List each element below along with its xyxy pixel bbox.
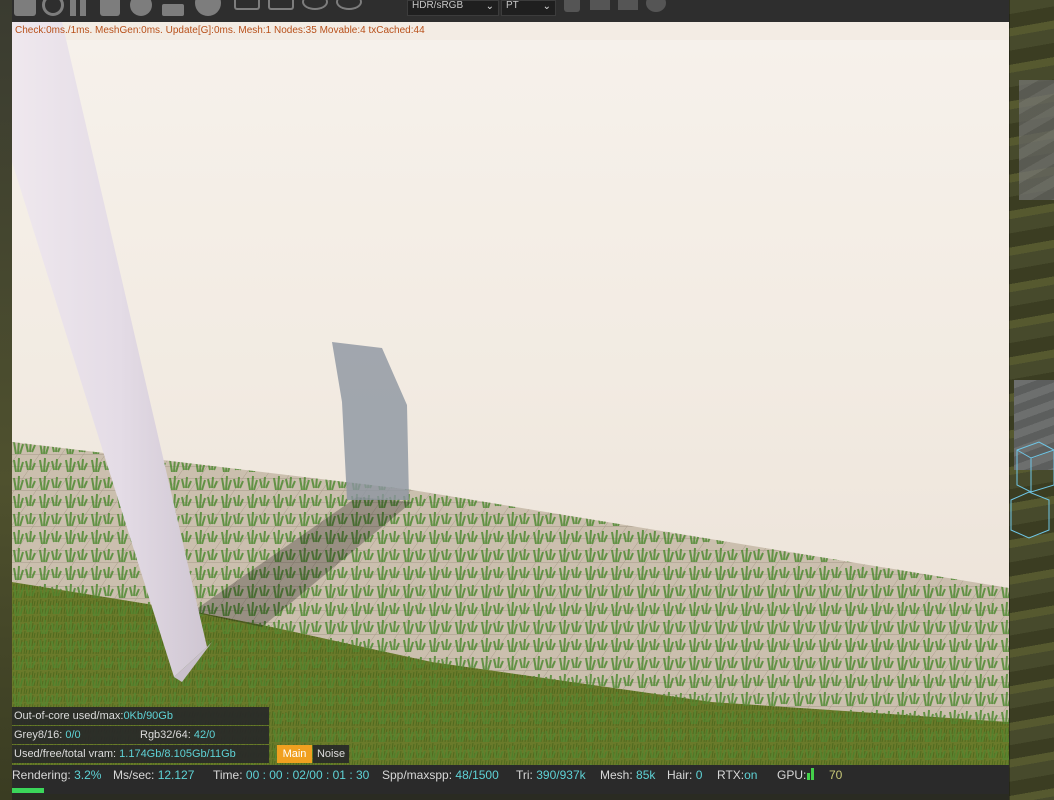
- rtx-label: RTX:: [717, 768, 745, 782]
- rendering-status: Rendering: 3.2%: [12, 765, 101, 785]
- out-of-core-label: Out-of-core used/max:: [14, 710, 124, 722]
- gpu-value: 70: [829, 768, 843, 782]
- add-icon[interactable]: [234, 0, 260, 10]
- tri-status: Tri: 390/937k: [516, 765, 586, 785]
- square-icon[interactable]: [590, 0, 610, 10]
- spp-label: Spp/maxspp:: [382, 768, 453, 782]
- time-value: 00 : 00 : 02/00 : 01 : 30: [245, 768, 370, 782]
- settings-gear-icon[interactable]: [130, 0, 152, 16]
- spp-status: Spp/maxspp: 48/1500: [382, 765, 499, 785]
- rtx-value: on: [744, 768, 758, 782]
- rgb-label: Rgb32/64:: [140, 729, 191, 741]
- color-space-value: HDR/sRGB: [412, 0, 464, 11]
- grey-value: 0/0: [65, 729, 81, 741]
- spp-value: 48/1500: [455, 768, 499, 782]
- render-progress-fill: [12, 788, 44, 793]
- texture-info: Grey8/16: 0/0 Rgb32/64: 42/0: [12, 726, 269, 744]
- pause-icon[interactable]: [70, 0, 76, 16]
- kernel-value: PT: [506, 0, 519, 11]
- toolbar: HDR/sRGB ⌄ PT ⌄: [12, 0, 1009, 23]
- rendered-scene: [12, 22, 1009, 765]
- gpu-label: GPU:: [777, 768, 807, 782]
- out-of-core-value: 0Kb/90Gb: [123, 710, 173, 722]
- rtx-status: RTX:on: [717, 765, 757, 785]
- rendering-label: Rendering:: [12, 768, 71, 782]
- lock-icon[interactable]: [162, 4, 184, 16]
- render-icon[interactable]: [14, 0, 36, 16]
- location-icon[interactable]: [336, 0, 362, 10]
- color-space-select[interactable]: HDR/sRGB ⌄: [407, 0, 499, 16]
- gpu-usage-icon: [807, 768, 816, 780]
- region-icon[interactable]: [100, 0, 120, 16]
- ms-label: Ms/sec:: [113, 768, 155, 782]
- chevron-down-icon: ⌄: [542, 1, 551, 12]
- pin-icon[interactable]: [302, 0, 328, 10]
- tri-value: 390/937k: [536, 768, 586, 782]
- background-viewport-left: [0, 0, 12, 800]
- time-status: Time: 00 : 00 : 02/00 : 01 : 30: [213, 765, 369, 785]
- status-bar: Rendering: 3.2% Ms/sec: 12.127 Time: 00 …: [12, 765, 1009, 786]
- mesh-status: Mesh: 85k: [600, 765, 655, 785]
- tab-noise[interactable]: Noise: [313, 745, 349, 763]
- ms-value: 12.127: [157, 768, 195, 782]
- rgb-info: Rgb32/64: 42/0: [140, 726, 215, 744]
- circle-icon[interactable]: [646, 0, 666, 12]
- vram-value: 1.174Gb/8.105Gb/11Gb: [119, 748, 236, 760]
- kernel-select[interactable]: PT ⌄: [501, 0, 556, 16]
- vram-info: Used/free/total vram: 1.174Gb/8.105Gb/11…: [12, 745, 269, 763]
- tab-main[interactable]: Main: [277, 745, 312, 763]
- mesh-label: Mesh:: [600, 768, 633, 782]
- time-label: Time:: [213, 768, 243, 782]
- cube-icon[interactable]: [564, 0, 580, 12]
- render-progress-bar: [12, 786, 1009, 794]
- rendering-value: 3.2%: [74, 768, 102, 782]
- hair-value: 0: [695, 768, 703, 782]
- render-stats-line: Check:0ms./1ms. MeshGen:0ms. Update[G]:0…: [15, 25, 425, 36]
- tri-label: Tri:: [516, 768, 533, 782]
- chevron-down-icon: ⌄: [485, 1, 494, 12]
- pause-icon[interactable]: [80, 0, 86, 16]
- background-viewport-right: [1009, 0, 1054, 800]
- hair-status: Hair: 0: [667, 765, 702, 785]
- render-viewport[interactable]: Check:0ms./1ms. MeshGen:0ms. Update[G]:0…: [12, 22, 1009, 765]
- camera-icon[interactable]: [268, 0, 294, 10]
- snapshot-icon[interactable]: [618, 0, 638, 10]
- sphere-icon[interactable]: [195, 0, 221, 16]
- out-of-core-info: Out-of-core used/max:0Kb/90Gb: [12, 707, 269, 725]
- mesh-value: 85k: [636, 768, 656, 782]
- refresh-icon[interactable]: [42, 0, 64, 16]
- ms-status: Ms/sec: 12.127: [113, 765, 194, 785]
- wireframe-gizmo: [1010, 441, 1054, 539]
- background-object: [1019, 80, 1054, 200]
- grey-label: Grey8/16:: [14, 729, 63, 741]
- rgb-value: 42/0: [193, 729, 216, 741]
- vram-label: Used/free/total vram:: [14, 748, 117, 760]
- hair-label: Hair:: [667, 768, 693, 782]
